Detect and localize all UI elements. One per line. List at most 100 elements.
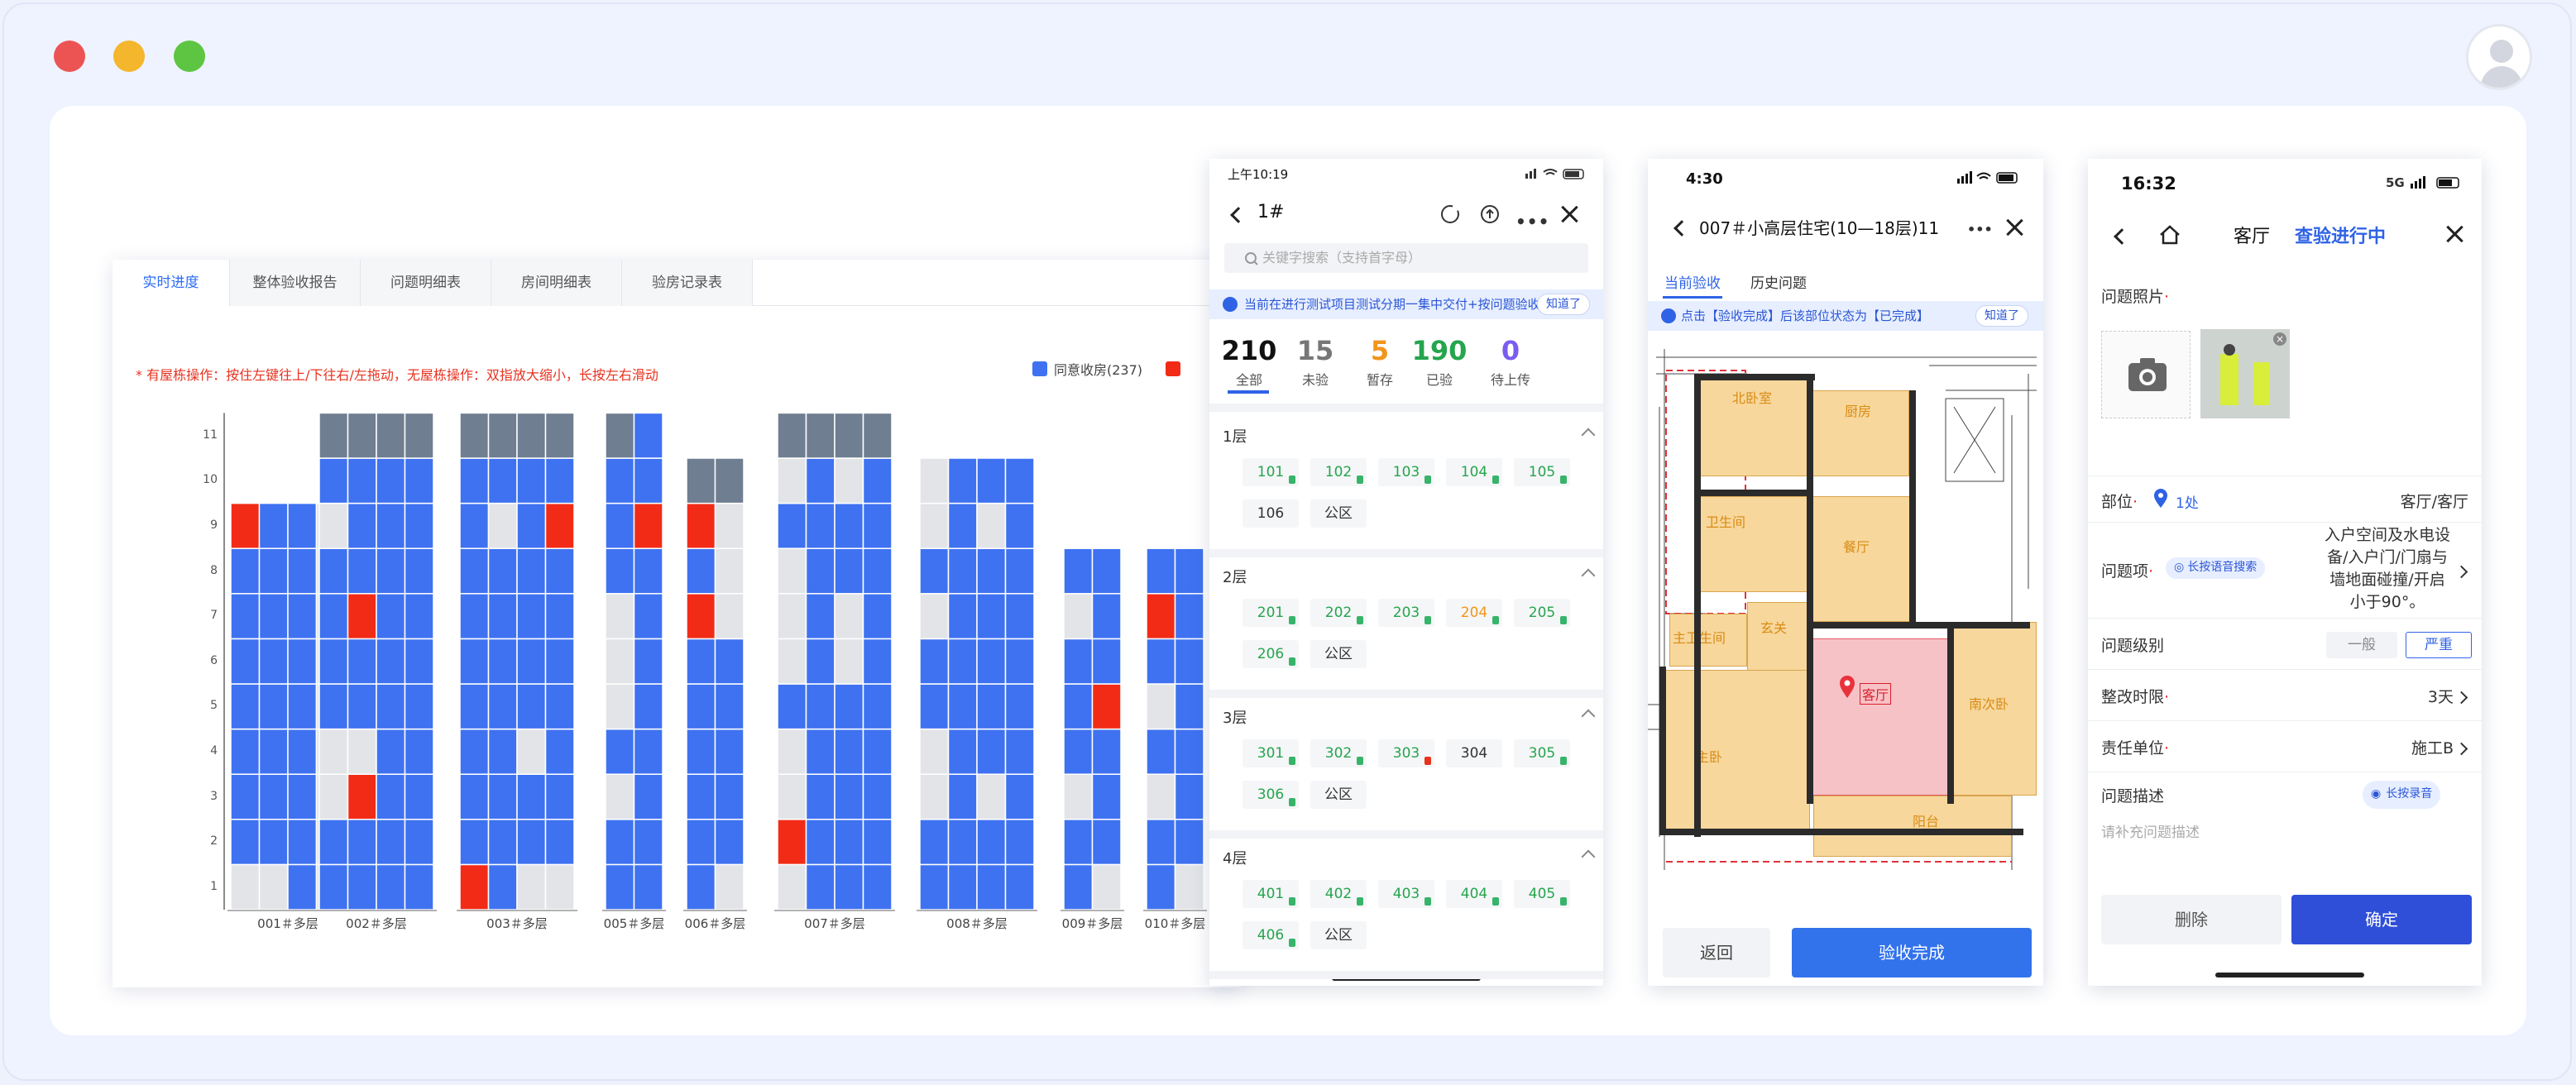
unit-cell[interactable] (544, 638, 575, 685)
unit-cell[interactable] (347, 638, 377, 685)
avatar[interactable] (2466, 24, 2532, 90)
unit-cell[interactable] (487, 593, 518, 640)
room-chip[interactable]: 公区 (1310, 499, 1367, 528)
unit-cell[interactable] (805, 502, 836, 549)
unit-cell[interactable] (1091, 683, 1122, 730)
unit-cell[interactable] (544, 863, 575, 911)
unit-cell[interactable] (230, 773, 261, 820)
unit-cell[interactable] (516, 457, 547, 504)
unit-cell[interactable] (1004, 457, 1035, 504)
unit-cell[interactable] (686, 773, 716, 820)
unit-cell[interactable] (834, 638, 864, 685)
unit-cell[interactable] (834, 728, 864, 775)
unit-cell[interactable] (976, 683, 1007, 730)
room-chip[interactable]: 302 (1310, 739, 1367, 767)
unit-cell[interactable] (714, 863, 745, 911)
unit-cell[interactable] (714, 728, 745, 775)
building-grid-chart[interactable] (113, 260, 1241, 987)
location-count[interactable]: 1处 (2176, 491, 2199, 512)
unit-cell[interactable] (516, 728, 547, 775)
back-icon[interactable] (2114, 228, 2130, 245)
search-input[interactable]: 关键字搜索（支持首字母） (1224, 243, 1588, 273)
unit-cell[interactable] (777, 683, 807, 730)
unit-cell[interactable] (805, 412, 836, 459)
unit-cell[interactable] (976, 593, 1007, 640)
unit-cell[interactable] (805, 819, 836, 866)
unit-cell[interactable] (347, 863, 377, 911)
unit-cell[interactable] (230, 638, 261, 685)
unit-cell[interactable] (1091, 863, 1122, 911)
room-chip[interactable]: 201 (1243, 599, 1299, 627)
unit-cell[interactable] (605, 638, 635, 685)
room-master-bedroom[interactable] (1664, 670, 1810, 832)
unit-cell[interactable] (1063, 819, 1094, 866)
unit-cell[interactable] (834, 819, 864, 866)
unit-cell[interactable] (714, 547, 745, 595)
unit-cell[interactable] (834, 863, 864, 911)
unit-cell[interactable] (976, 773, 1007, 820)
collapse-icon[interactable] (1581, 849, 1596, 864)
back-icon[interactable] (1673, 220, 1690, 237)
unit-cell[interactable] (404, 547, 434, 595)
unit-cell[interactable] (605, 773, 635, 820)
unit-cell[interactable] (459, 728, 490, 775)
unit-cell[interactable] (919, 863, 950, 911)
unit-cell[interactable] (487, 547, 518, 595)
room-chip[interactable]: 102 (1310, 458, 1367, 486)
unit-cell[interactable] (287, 638, 318, 685)
tab-history-issues[interactable]: 历史问题 (1750, 271, 1807, 292)
unit-cell[interactable] (777, 412, 807, 459)
room-chip[interactable]: 305 (1514, 739, 1570, 767)
unit-cell[interactable] (287, 593, 318, 640)
unit-cell[interactable] (230, 728, 261, 775)
unit-cell[interactable] (459, 457, 490, 504)
unit-cell[interactable] (777, 863, 807, 911)
unit-cell[interactable] (258, 819, 289, 866)
collapse-icon[interactable] (1581, 568, 1596, 583)
unit-cell[interactable] (1004, 638, 1035, 685)
unit-cell[interactable] (862, 457, 893, 504)
unit-cell[interactable] (686, 863, 716, 911)
room-chip[interactable]: 203 (1378, 599, 1434, 627)
unit-cell[interactable] (287, 502, 318, 549)
unit-cell[interactable] (805, 773, 836, 820)
unit-cell[interactable] (376, 773, 406, 820)
add-photo-button[interactable] (2101, 331, 2191, 418)
unit-cell[interactable] (777, 502, 807, 549)
unit-cell[interactable] (976, 638, 1007, 685)
unit-cell[interactable] (230, 819, 261, 866)
unit-cell[interactable] (318, 863, 349, 911)
unit-cell[interactable] (258, 863, 289, 911)
unit-cell[interactable] (459, 819, 490, 866)
unit-cell[interactable] (777, 773, 807, 820)
unit-cell[interactable] (919, 638, 950, 685)
unit-cell[interactable] (487, 728, 518, 775)
unit-cell[interactable] (605, 412, 635, 459)
unit-cell[interactable] (487, 457, 518, 504)
stat-1[interactable]: 15 未验 (1282, 336, 1348, 389)
close-icon[interactable] (2445, 225, 2463, 243)
unit-cell[interactable] (686, 819, 716, 866)
unit-cell[interactable] (1174, 638, 1204, 685)
unit-cell[interactable] (404, 412, 434, 459)
unit-cell[interactable] (1004, 547, 1035, 595)
close-window-icon[interactable] (54, 41, 85, 72)
unit-cell[interactable] (633, 683, 663, 730)
unit-cell[interactable] (1146, 638, 1176, 685)
unit-cell[interactable] (1004, 502, 1035, 549)
unit-cell[interactable] (714, 638, 745, 685)
unit-cell[interactable] (1174, 547, 1204, 595)
unit-cell[interactable] (919, 547, 950, 595)
unit-cell[interactable] (976, 728, 1007, 775)
stat-4[interactable]: 0 待上传 (1477, 336, 1544, 389)
complete-inspection-button[interactable]: 验收完成 (1792, 928, 2032, 977)
unit-cell[interactable] (516, 502, 547, 549)
unit-cell[interactable] (287, 728, 318, 775)
unit-cell[interactable] (919, 683, 950, 730)
unit-cell[interactable] (633, 457, 663, 504)
unit-cell[interactable] (919, 502, 950, 549)
room-living-selected[interactable] (1810, 638, 1951, 796)
unit-cell[interactable] (777, 638, 807, 685)
unit-cell[interactable] (686, 547, 716, 595)
tab-current-inspection[interactable]: 当前验收 (1664, 271, 1721, 292)
